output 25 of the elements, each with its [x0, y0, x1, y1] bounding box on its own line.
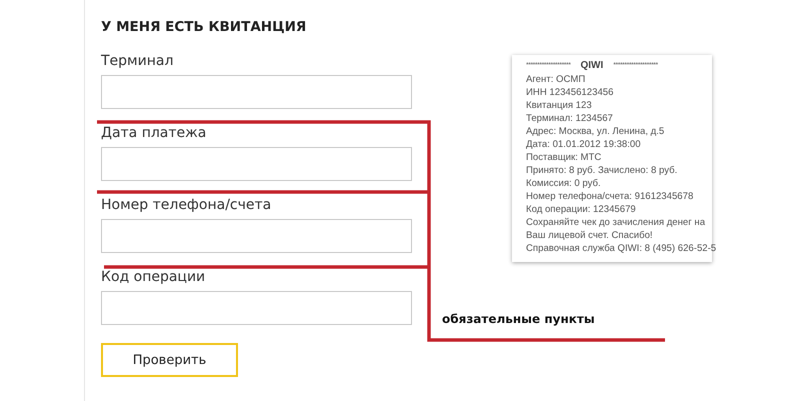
annotation-text: обязательные пункты — [442, 312, 595, 326]
receipt-line: Агент: ОСМП — [526, 73, 586, 86]
receipt-line: ИНН 123456123456 — [526, 86, 614, 99]
receipt-line: Терминал: 1234567 — [526, 112, 614, 125]
receipt-line: Комиссия: 0 руб. — [526, 177, 602, 190]
receipt-line: Дата: 01.01.2012 19:38:00 — [526, 138, 642, 151]
receipt-line: Принято: 8 руб. Зачислено: 8 руб. — [526, 164, 678, 177]
check-button[interactable]: Проверить — [101, 343, 238, 377]
field-label: Терминал — [101, 52, 174, 71]
field-label: Номер телефона/счета — [101, 196, 272, 215]
input-field[interactable] — [101, 75, 412, 109]
input-field[interactable] — [101, 291, 412, 325]
receipt-line: Сохраняйте чек до зачисления денег на — [526, 216, 706, 229]
receipt-line: Адрес: Москва, ул. Ленина, д.5 — [526, 125, 666, 138]
field-label: Дата платежа — [101, 124, 208, 143]
input-field[interactable] — [101, 219, 412, 253]
receipt-line: Ваш лицевой счет. Спасибо! — [526, 229, 654, 242]
receipt-line: Поставщик: МТС — [526, 151, 602, 164]
receipt-brand: QIWI — [580, 60, 604, 72]
receipt-line: Номер телефона/счета: 91612345678 — [526, 190, 694, 203]
input-field[interactable] — [101, 147, 412, 181]
receipt-line: Код операции: 12345679 — [526, 203, 637, 216]
receipt-line: Квитанция 123 — [526, 99, 593, 112]
form-title: У МЕНЯ ЕСТЬ КВИТАНЦИЯ — [101, 18, 308, 36]
field-label: Код операции — [101, 268, 206, 287]
